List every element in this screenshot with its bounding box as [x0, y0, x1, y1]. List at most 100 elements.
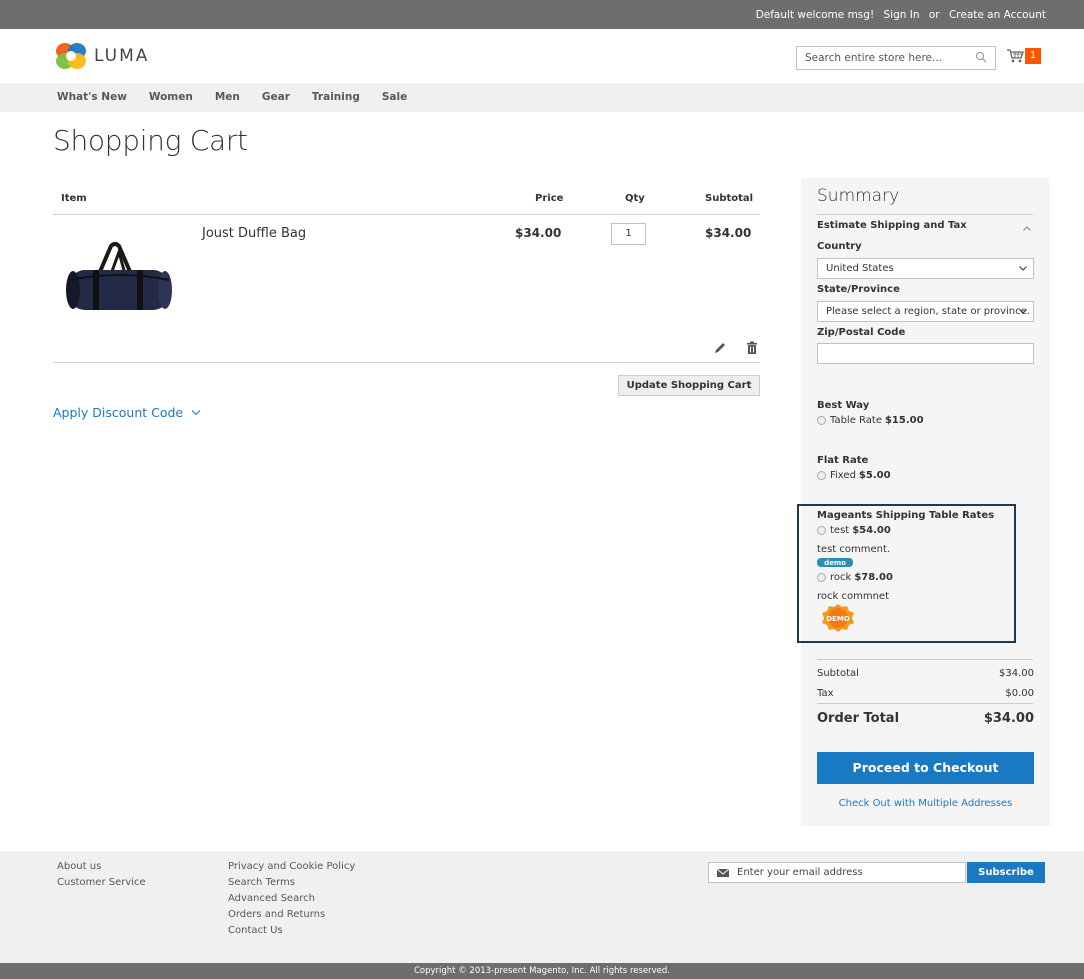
radio-button[interactable] — [817, 471, 826, 480]
subscribe-button[interactable]: Subscribe — [967, 862, 1045, 883]
footer-link-orders-returns[interactable]: Orders and Returns — [228, 909, 355, 920]
best-way-price: $15.00 — [884, 415, 924, 426]
nav-item-whats-new[interactable]: What's New — [57, 91, 127, 103]
header-divider — [53, 214, 760, 215]
newsletter-box — [708, 862, 966, 883]
nav-item-training[interactable]: Training — [312, 91, 360, 103]
proceed-to-checkout-button[interactable]: Proceed to Checkout — [817, 752, 1034, 784]
or-text: or — [928, 9, 940, 21]
logo[interactable]: LUMA — [54, 41, 149, 71]
tax-value: $0.00 — [1005, 688, 1034, 699]
footer-link-search-terms[interactable]: Search Terms — [228, 877, 355, 888]
country-value: United States — [826, 263, 894, 274]
main-nav: What's New Women Men Gear Training Sale — [0, 83, 1084, 112]
footer-link-privacy[interactable]: Privacy and Cookie Policy — [228, 861, 355, 872]
chevron-down-icon — [191, 410, 201, 416]
copyright-bar: Copyright © 2013-present Magento, Inc. A… — [0, 963, 1084, 979]
header: LUMA 1 — [0, 29, 1084, 83]
search-box — [796, 46, 996, 70]
search-input[interactable] — [797, 47, 967, 69]
newsletter-email-input[interactable] — [737, 864, 962, 881]
nav-item-women[interactable]: Women — [149, 91, 193, 103]
state-select[interactable]: Please select a region, state or provinc… — [817, 301, 1034, 322]
best-way-option[interactable]: Table Rate $15.00 — [817, 415, 924, 426]
logo-text: LUMA — [94, 46, 150, 66]
best-way-title: Best Way — [817, 400, 870, 411]
page-title: Shopping Cart — [53, 124, 248, 157]
flat-rate-option[interactable]: Fixed $5.00 — [817, 470, 891, 481]
estimate-shipping-toggle[interactable]: Estimate Shipping and Tax — [817, 220, 967, 231]
item-price: $34.00 — [515, 226, 562, 240]
header-qty: Qty — [625, 193, 645, 204]
header-subtotal: Subtotal — [705, 193, 754, 204]
total-divider — [817, 703, 1033, 704]
rock-price: $78.00 — [854, 572, 893, 583]
test-rate-option[interactable]: test $54.00 — [817, 525, 891, 536]
multi-address-checkout-link[interactable]: Check Out with Multiple Addresses — [817, 798, 1034, 809]
subtotal-value: $34.00 — [999, 668, 1034, 679]
update-cart-button[interactable]: Update Shopping Cart — [618, 375, 760, 396]
demo-badge-icon: DEMO — [822, 604, 854, 632]
footer-link-advanced-search[interactable]: Advanced Search — [228, 893, 355, 904]
flat-rate-option-label: Fixed — [830, 470, 856, 481]
footer-link-about[interactable]: About us — [57, 861, 146, 872]
best-way-option-label: Table Rate — [830, 415, 882, 426]
footer: About us Customer Service Privacy and Co… — [0, 851, 1084, 963]
chevron-down-icon — [1019, 309, 1027, 314]
nav-item-men[interactable]: Men — [215, 91, 240, 103]
summary-title: Summary — [817, 186, 900, 206]
zip-label: Zip/Postal Code — [817, 327, 906, 338]
svg-text:DEMO: DEMO — [826, 615, 850, 623]
radio-button[interactable] — [817, 573, 826, 582]
test-price: $54.00 — [852, 525, 891, 536]
demo-small-logo: demo — [817, 558, 853, 567]
apply-discount-toggle[interactable]: Apply Discount Code — [53, 405, 201, 420]
tax-row: Tax $0.00 — [817, 688, 1034, 699]
nav-item-sale[interactable]: Sale — [382, 91, 407, 103]
product-name[interactable]: Joust Duffle Bag — [202, 226, 306, 241]
chevron-up-icon[interactable] — [1023, 226, 1031, 231]
zip-input[interactable] — [817, 343, 1034, 364]
item-subtotal: $34.00 — [705, 226, 752, 240]
order-total-value: $34.00 — [983, 711, 1034, 726]
envelope-icon — [717, 869, 729, 877]
order-total-row: Order Total $34.00 — [817, 711, 1034, 726]
radio-button[interactable] — [817, 416, 826, 425]
cart-icon[interactable] — [1006, 48, 1024, 64]
sign-in-link[interactable]: Sign In — [884, 9, 920, 21]
header-price: Price — [535, 193, 564, 204]
create-account-link[interactable]: Create an Account — [949, 9, 1046, 21]
test-comment: test comment. — [817, 544, 891, 555]
rock-comment: rock commnet — [817, 591, 889, 602]
qty-input[interactable]: 1 — [611, 223, 646, 245]
footer-links-col-2: Privacy and Cookie Policy Search Terms A… — [228, 861, 355, 941]
tax-label: Tax — [817, 688, 834, 699]
pencil-icon[interactable] — [713, 342, 726, 355]
svg-text:demo: demo — [824, 559, 846, 567]
state-value: Please select a region, state or provinc… — [826, 306, 1030, 317]
subtotal-row: Subtotal $34.00 — [817, 668, 1034, 679]
mageants-title: Mageants Shipping Table Rates — [817, 510, 995, 521]
header-item: Item — [61, 193, 87, 204]
search-icon[interactable] — [975, 51, 987, 63]
order-total-label: Order Total — [817, 711, 900, 726]
country-select[interactable]: United States — [817, 258, 1034, 279]
footer-link-customer-service[interactable]: Customer Service — [57, 877, 146, 888]
subtotal-label: Subtotal — [817, 668, 859, 679]
apply-discount-label: Apply Discount Code — [53, 405, 184, 420]
order-summary: Summary Estimate Shipping and Tax Countr… — [797, 178, 1050, 826]
summary-divider — [817, 214, 1033, 215]
radio-button[interactable] — [817, 526, 826, 535]
rock-rate-option[interactable]: rock $78.00 — [817, 572, 893, 583]
flat-rate-title: Flat Rate — [817, 455, 869, 466]
footer-link-contact[interactable]: Contact Us — [228, 925, 355, 936]
trash-icon[interactable] — [746, 341, 758, 355]
product-image[interactable] — [63, 240, 175, 316]
totals-divider — [817, 659, 1033, 660]
header-links: Default welcome msg! Sign In or Create a… — [750, 9, 1046, 21]
country-label: Country — [817, 241, 862, 252]
welcome-message: Default welcome msg! — [755, 9, 875, 21]
cart-count-badge[interactable]: 1 — [1025, 48, 1041, 64]
row-divider — [53, 362, 760, 363]
nav-item-gear[interactable]: Gear — [262, 91, 290, 103]
